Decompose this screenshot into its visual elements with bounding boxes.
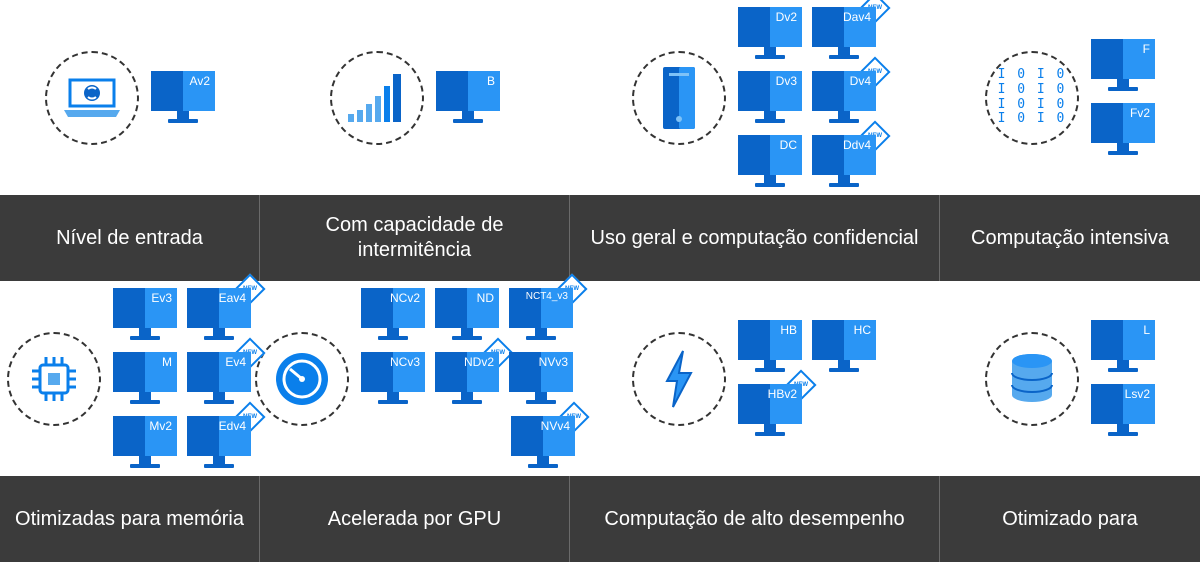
label-compute: Computação intensiva bbox=[940, 195, 1200, 281]
vm-tile-ev3: Ev3 bbox=[113, 288, 177, 342]
vm-label: Dv3 bbox=[776, 74, 797, 88]
vm-tile-ncv2: NCv2 bbox=[361, 288, 425, 342]
bar-chart-icon bbox=[330, 51, 424, 145]
vm-tile-edv4: NEWEdv4 bbox=[187, 416, 251, 470]
row-2-visuals: Ev3 NEWEav4 M NEWEv4 Mv2 NEWEdv4 NCv2 ND… bbox=[0, 281, 1200, 476]
vm-tile-m: M bbox=[113, 352, 177, 406]
vm-label: NVv4 bbox=[541, 419, 570, 433]
vm-label: DC bbox=[780, 138, 797, 152]
row-1-visuals: Av2 B bbox=[0, 0, 1200, 195]
vm-label: M bbox=[162, 355, 172, 369]
vm-tile-dv4: NEWDv4 bbox=[812, 71, 876, 125]
vm-label: Mv2 bbox=[149, 419, 172, 433]
vm-col-storage: L Lsv2 bbox=[1091, 320, 1155, 438]
vm-tile-hbv2: NEWHBv2 bbox=[738, 384, 802, 438]
vm-label: Edv4 bbox=[219, 419, 246, 433]
vm-label: Dav4 bbox=[843, 10, 871, 24]
vm-grid-hpc: HB HC NEWHBv2 bbox=[738, 320, 878, 438]
row-1-labels: Nível de entrada Com capacidade de inter… bbox=[0, 195, 1200, 281]
label-gpu: Acelerada por GPU bbox=[260, 476, 570, 562]
vm-label: Dv2 bbox=[776, 10, 797, 24]
vm-tile-dv3: Dv3 bbox=[738, 71, 802, 125]
vm-tile-f: F bbox=[1091, 39, 1155, 93]
label-hpc: Computação de alto desempenho bbox=[570, 476, 940, 562]
vm-tile-ncv3: NCv3 bbox=[361, 352, 425, 406]
label-storage: Otimizado para bbox=[940, 476, 1200, 562]
vm-grid-gpu: NCv2 ND NEWNCT4_v3 NCv3 NEWNDv2 NVv3 NEW… bbox=[361, 288, 575, 470]
vm-tile-hb: HB bbox=[738, 320, 802, 374]
label-entry-level: Nível de entrada bbox=[0, 195, 260, 281]
vm-grid-general: Dv2 NEWDav4 Dv3 NEWDv4 DC NEWDdv4 bbox=[738, 7, 878, 189]
vm-label: NCv2 bbox=[390, 291, 420, 305]
vm-grid-memory: Ev3 NEWEav4 M NEWEv4 Mv2 NEWEdv4 bbox=[113, 288, 253, 470]
vm-tile-dv2: Dv2 bbox=[738, 7, 802, 61]
vm-tile-ndv2: NEWNDv2 bbox=[435, 352, 499, 406]
vm-tile-mv2: Mv2 bbox=[113, 416, 177, 470]
group-burstable: B bbox=[260, 0, 570, 195]
vm-tile-b: B bbox=[436, 71, 500, 125]
vm-label: Lsv2 bbox=[1125, 387, 1150, 401]
group-gpu: NCv2 ND NEWNCT4_v3 NCv3 NEWNDv2 NVv3 NEW… bbox=[260, 281, 570, 476]
vm-label: Fv2 bbox=[1130, 106, 1150, 120]
vm-tile-fv2: Fv2 bbox=[1091, 103, 1155, 157]
vm-tile-nvv4: NEWNVv4 bbox=[511, 416, 575, 470]
label-memory: Otimizadas para memória bbox=[0, 476, 260, 562]
label-general: Uso geral e computação confidencial bbox=[570, 195, 940, 281]
group-entry-level: Av2 bbox=[0, 0, 260, 195]
vm-tile-dav4: NEWDav4 bbox=[812, 7, 876, 61]
group-memory: Ev3 NEWEav4 M NEWEv4 Mv2 NEWEdv4 bbox=[0, 281, 260, 476]
vm-label: L bbox=[1143, 323, 1150, 337]
vm-label: Eav4 bbox=[219, 291, 246, 305]
label-burstable: Com capacidade de intermitência bbox=[260, 195, 570, 281]
vm-label: Ev4 bbox=[225, 355, 246, 369]
vm-label: Ddv4 bbox=[843, 138, 871, 152]
vm-tile-l: L bbox=[1091, 320, 1155, 374]
vm-label: F bbox=[1143, 42, 1150, 56]
vm-tile-ev4: NEWEv4 bbox=[187, 352, 251, 406]
vm-tile-dc: DC bbox=[738, 135, 802, 189]
vm-tile-av2: Av2 bbox=[151, 71, 215, 125]
vm-tile-nd: ND bbox=[435, 288, 499, 342]
vm-label: NCv3 bbox=[390, 355, 420, 369]
vm-label: Dv4 bbox=[850, 74, 871, 88]
chip-icon bbox=[7, 332, 101, 426]
binary-icon: I 0 I 0 I 0 I 0 I 0 I 0 I 0 I 0 bbox=[985, 51, 1079, 145]
vm-label: B bbox=[487, 74, 495, 88]
vm-tile-eav4: NEWEav4 bbox=[187, 288, 251, 342]
row-2-labels: Otimizadas para memória Acelerada por GP… bbox=[0, 476, 1200, 562]
database-icon bbox=[985, 332, 1079, 426]
vm-tile-nvv3: NVv3 bbox=[509, 352, 573, 406]
vm-label: ND bbox=[477, 291, 494, 305]
vm-label: HB bbox=[780, 323, 797, 337]
group-compute-intensive: I 0 I 0 I 0 I 0 I 0 I 0 I 0 I 0 F Fv2 bbox=[940, 0, 1200, 195]
vm-label: HC bbox=[854, 323, 871, 337]
vm-tile-ddv4: NEWDdv4 bbox=[812, 135, 876, 189]
vm-label: HBv2 bbox=[768, 387, 797, 401]
vm-col-compute: F Fv2 bbox=[1091, 39, 1155, 157]
group-storage: L Lsv2 bbox=[940, 281, 1200, 476]
server-icon bbox=[632, 51, 726, 145]
group-hpc: HB HC NEWHBv2 bbox=[570, 281, 940, 476]
laptop-icon bbox=[45, 51, 139, 145]
lightning-icon bbox=[632, 332, 726, 426]
vm-tile-nct4v3: NEWNCT4_v3 bbox=[509, 288, 573, 342]
gauge-icon bbox=[255, 332, 349, 426]
vm-label: Ev3 bbox=[151, 291, 172, 305]
vm-label: NDv2 bbox=[464, 355, 494, 369]
vm-tile-hc: HC bbox=[812, 320, 876, 374]
vm-label: Av2 bbox=[190, 74, 210, 88]
vm-label: NCT4_v3 bbox=[526, 291, 568, 302]
vm-tile-lsv2: Lsv2 bbox=[1091, 384, 1155, 438]
group-general-confidential: Dv2 NEWDav4 Dv3 NEWDv4 DC NEWDdv4 bbox=[570, 0, 940, 195]
vm-label: NVv3 bbox=[539, 355, 568, 369]
